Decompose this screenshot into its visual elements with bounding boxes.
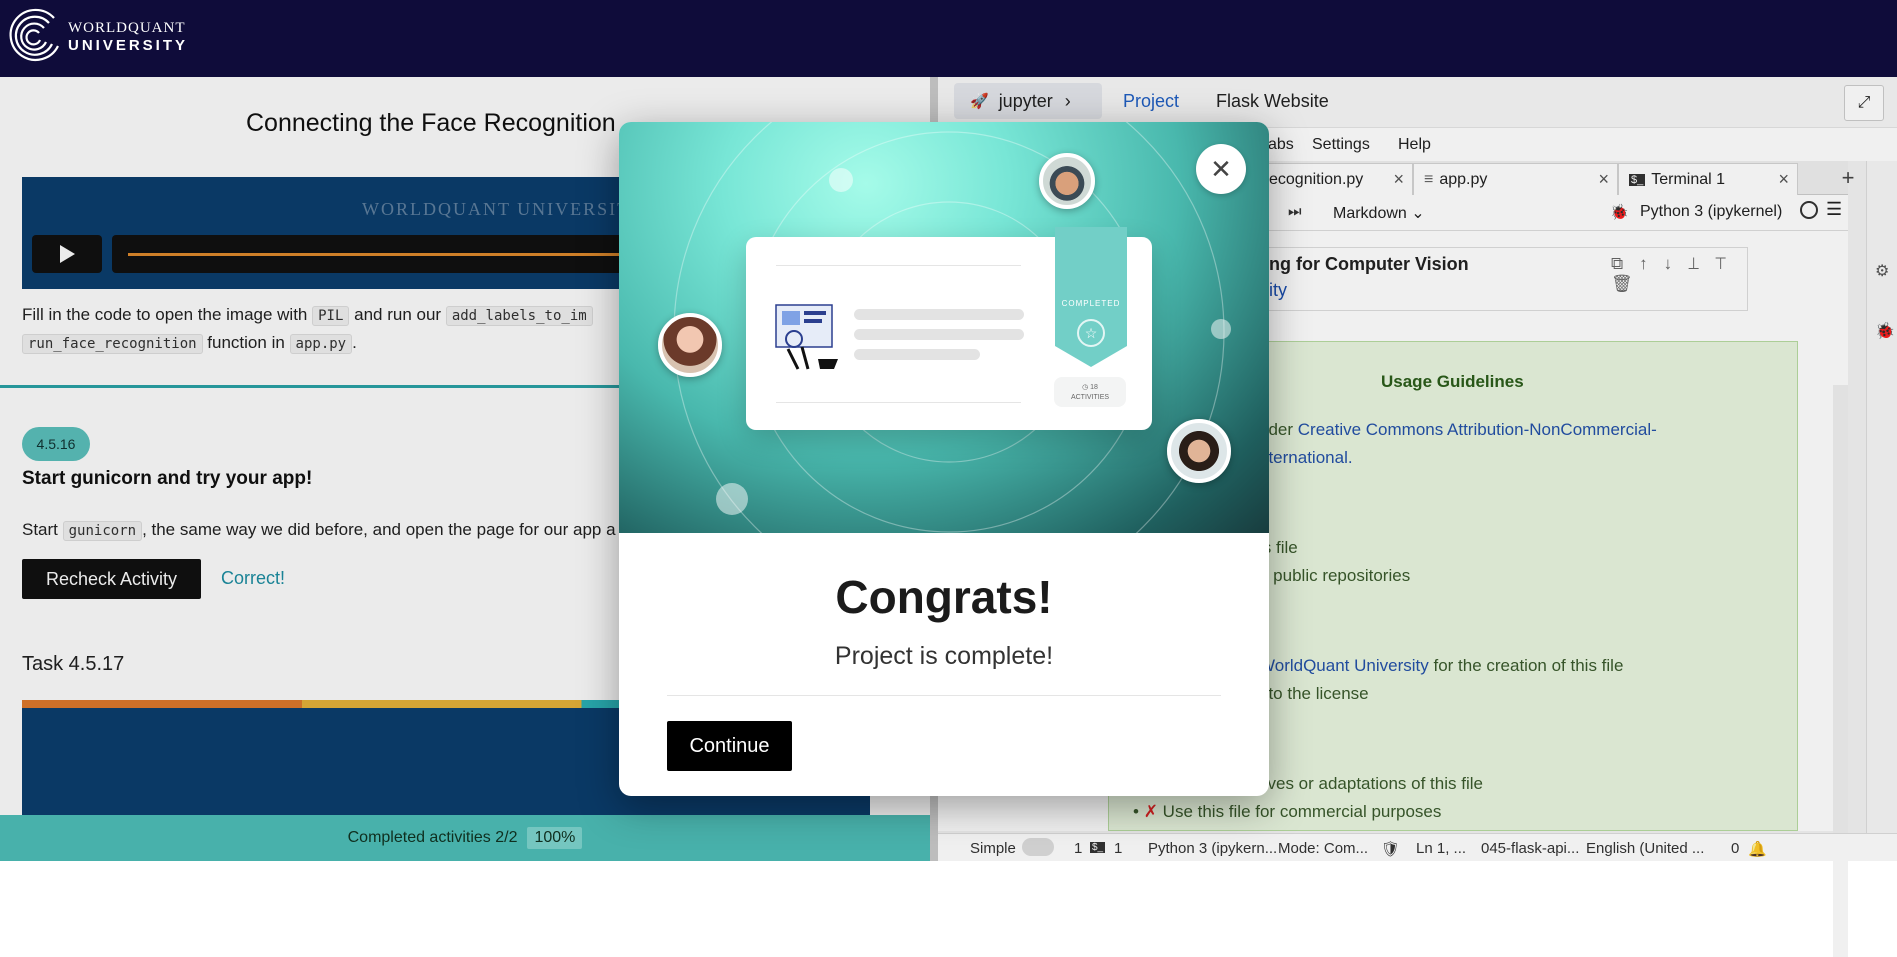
continue-button[interactable]: Continue <box>667 721 792 771</box>
wqu-logo[interactable]: WORLDQUANT UNIVERSITY <box>8 6 188 68</box>
study-illustration-icon <box>775 304 838 370</box>
activities-label: ACTIVITIES <box>1070 394 1110 401</box>
close-icon: ✕ <box>1210 153 1232 184</box>
text-placeholder <box>854 349 980 360</box>
card-line <box>776 402 1021 403</box>
completed-ribbon: COMPLETED ☆ <box>1055 227 1127 367</box>
avatar <box>1039 153 1095 209</box>
activities-pill: ◷ 18 ACTIVITIES <box>1054 377 1126 407</box>
modal-subheading: Project is complete! <box>834 642 1054 670</box>
text-placeholder <box>854 309 1024 320</box>
top-nav-bar: WORLDQUANT UNIVERSITY <box>0 0 1897 77</box>
modal-heading: Congrats! <box>835 571 1053 623</box>
clock-icon: ◷ <box>1082 384 1089 391</box>
modal-divider <box>667 695 1221 696</box>
activities-count: 18 <box>1090 384 1098 391</box>
completion-modal: ✕ COMPLETED ☆ ◷ 18 ACTIVITIES Congrats! … <box>619 122 1269 796</box>
modal-hero-image: ✕ COMPLETED ☆ ◷ 18 ACTIVITIES <box>619 122 1269 533</box>
ribbon-label: COMPLETED <box>1061 299 1121 308</box>
certificate-card: COMPLETED ☆ ◷ 18 ACTIVITIES <box>746 227 1152 430</box>
avatar <box>658 313 722 377</box>
star-icon: ☆ <box>1077 319 1105 347</box>
card-line <box>776 265 1021 266</box>
fingerprint-logo-icon <box>9 8 59 61</box>
logo-line2: UNIVERSITY <box>68 37 189 54</box>
logo-line1: WORLDQUANT <box>68 20 186 36</box>
text-placeholder <box>854 329 1024 340</box>
modal-close-button[interactable]: ✕ <box>1196 144 1246 194</box>
avatar <box>1167 419 1231 483</box>
